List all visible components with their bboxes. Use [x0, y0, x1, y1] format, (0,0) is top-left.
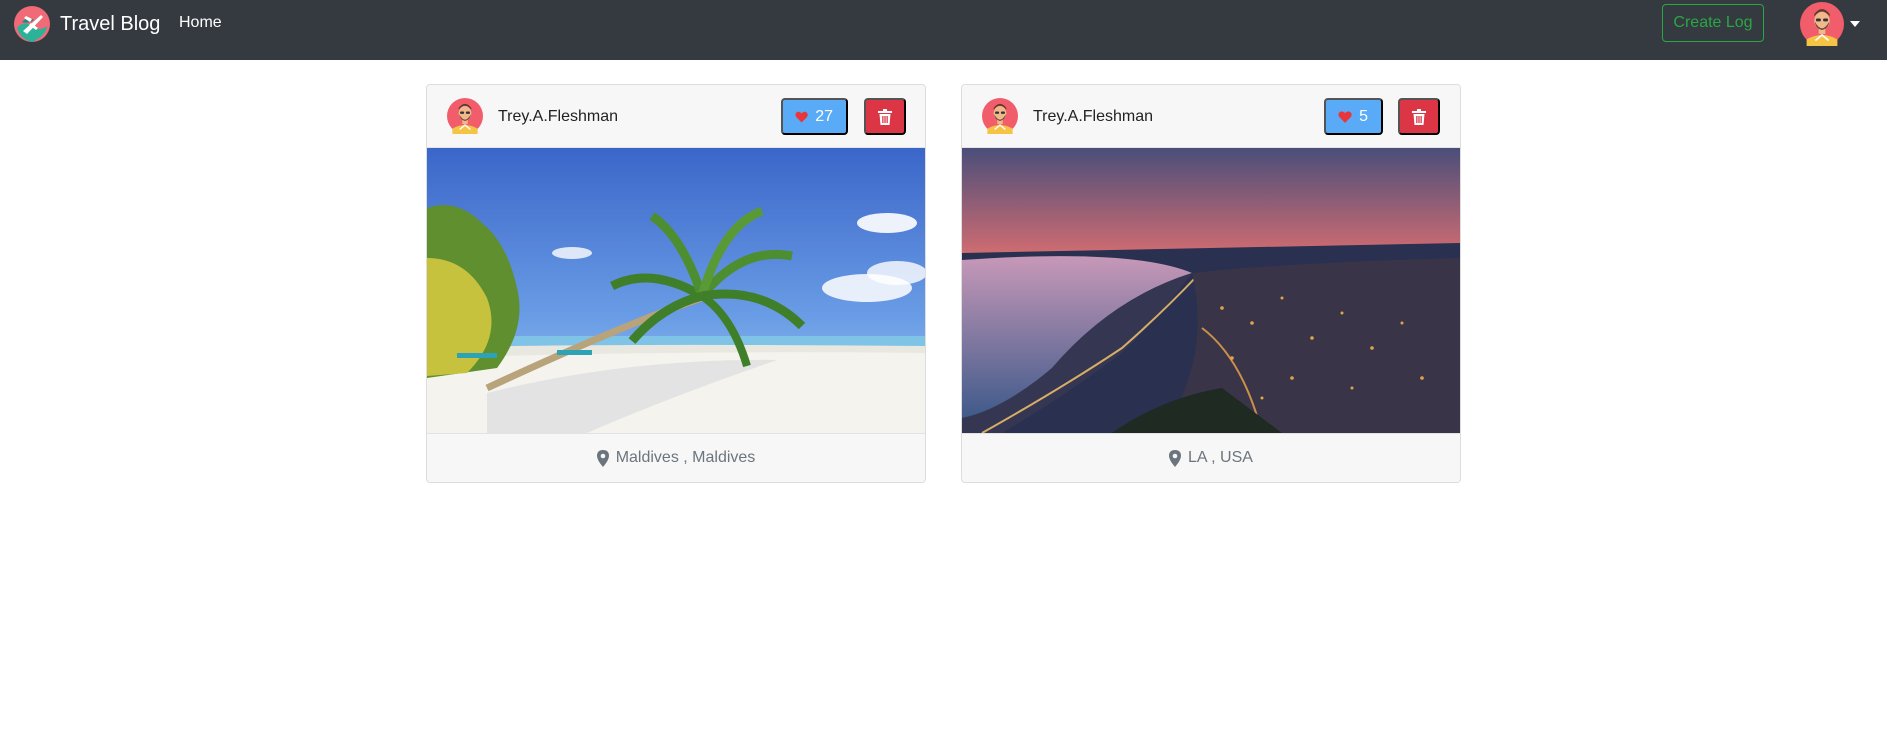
plane-globe-logo-icon [14, 6, 50, 42]
map-marker-icon [1169, 449, 1182, 467]
heart-icon [1338, 110, 1352, 123]
author-avatar-icon [982, 98, 1018, 134]
author-avatar-icon [447, 98, 483, 134]
brand-link[interactable]: Travel Blog [14, 6, 160, 42]
card-footer: Maldives , Maldives [427, 433, 925, 482]
delete-button[interactable] [1398, 98, 1440, 135]
caret-down-icon [1850, 21, 1860, 27]
nav-link-home[interactable]: Home [179, 14, 222, 32]
navbar: Travel Blog Home Create Log [0, 0, 1887, 60]
post-image-beach [427, 148, 925, 433]
like-count: 5 [1359, 107, 1368, 125]
post-image-city [962, 148, 1460, 433]
post-location: LA , USA [1188, 449, 1253, 466]
delete-button[interactable] [864, 98, 906, 135]
trash-icon [878, 108, 892, 125]
author-name: Trey.A.Fleshman [1033, 108, 1154, 125]
create-log-button[interactable]: Create Log [1662, 4, 1764, 42]
post-card: Trey.A.Fleshman 5 LA , USA [961, 84, 1461, 483]
like-count: 27 [815, 107, 833, 125]
author-name: Trey.A.Fleshman [498, 108, 619, 125]
post-card: Trey.A.Fleshman 27 Maldives , Maldives [426, 84, 926, 483]
card-footer: LA , USA [962, 433, 1460, 482]
card-header: Trey.A.Fleshman 5 [962, 85, 1460, 148]
user-menu-toggle[interactable] [1800, 2, 1860, 46]
trash-icon [1412, 108, 1426, 125]
like-button[interactable]: 27 [781, 98, 848, 135]
like-button[interactable]: 5 [1324, 98, 1383, 135]
card-header: Trey.A.Fleshman 27 [427, 85, 925, 148]
post-location: Maldives , Maldives [615, 449, 756, 466]
brand-title: Travel Blog [60, 12, 161, 35]
map-marker-icon [596, 449, 609, 467]
user-avatar-icon [1800, 2, 1844, 46]
heart-icon [795, 111, 808, 123]
